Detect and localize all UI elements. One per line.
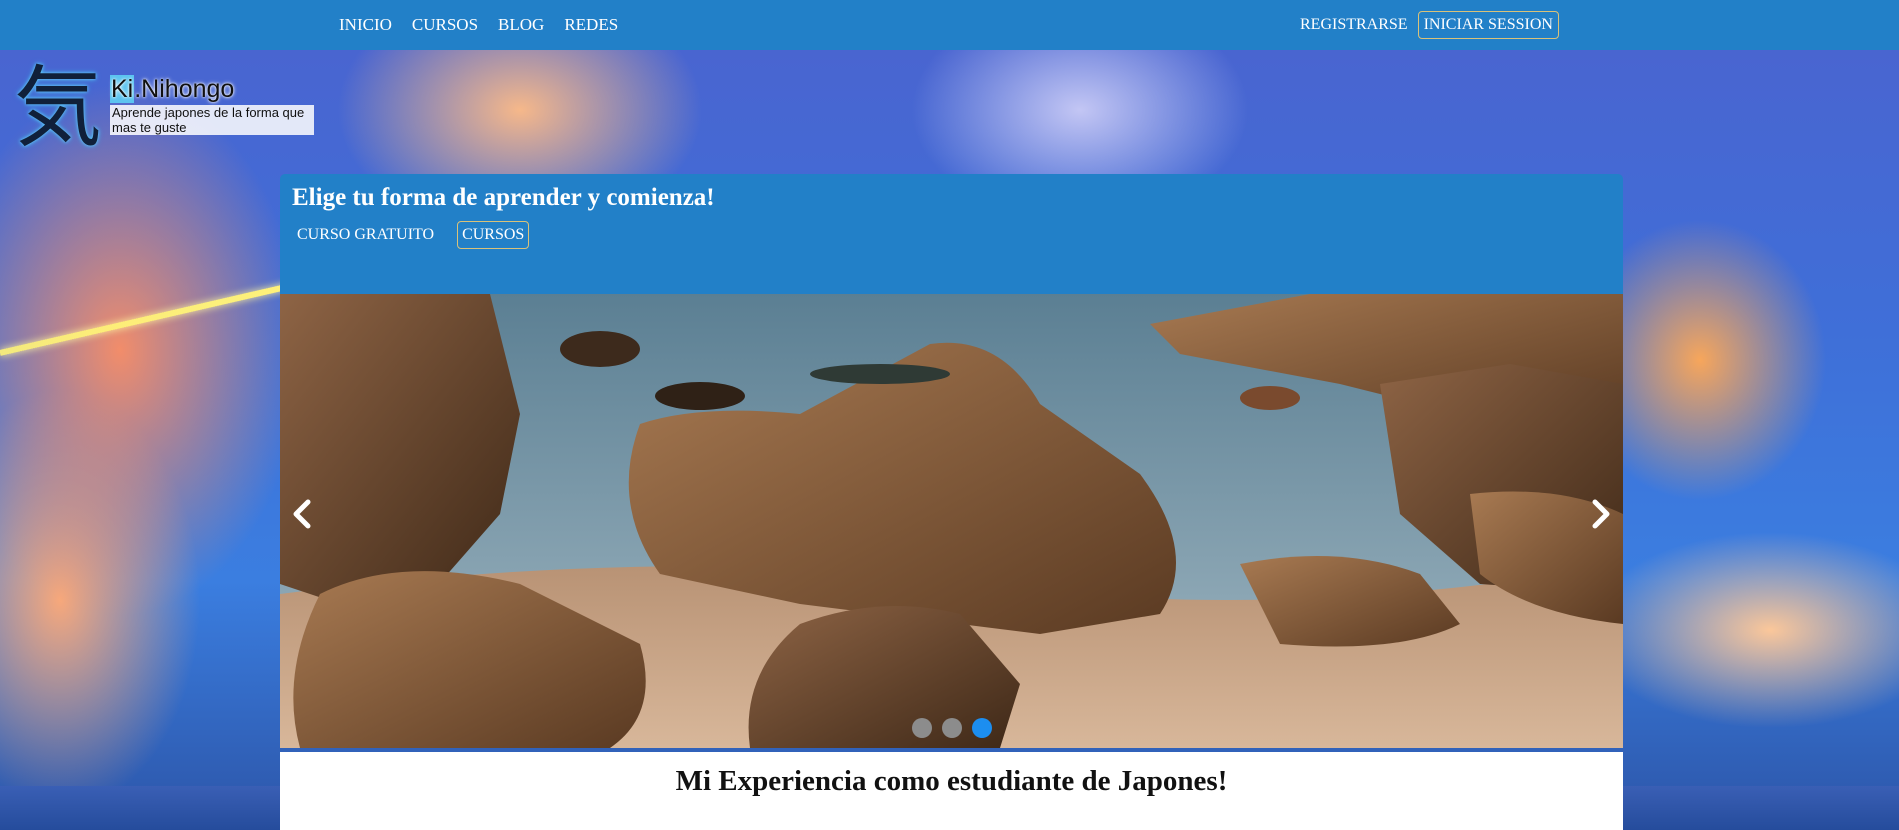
sky-light-streak xyxy=(0,282,293,356)
panel-title: Elige tu forma de aprender y comienza! xyxy=(292,184,715,211)
logo-kanji: 気 xyxy=(14,56,103,159)
panel-header: Elige tu forma de aprender y comienza! C… xyxy=(280,174,1623,294)
panel-tabs: CURSO GRATUITO CURSOS xyxy=(292,221,530,249)
logo-ki: Ki xyxy=(110,75,135,103)
courses-panel: Elige tu forma de aprender y comienza! C… xyxy=(280,174,1623,830)
logo-brand-name: Ki.Nihongo xyxy=(110,75,235,103)
nav-link-inicio[interactable]: INICIO xyxy=(339,15,392,35)
carousel-indicator-2[interactable] xyxy=(941,718,962,738)
auth-links: REGISTRARSE INICIAR SESSION xyxy=(1300,11,1559,39)
logo-name-rest: .Nihongo xyxy=(134,75,235,103)
image-carousel[interactable] xyxy=(280,294,1623,748)
tab-cursos[interactable]: CURSOS xyxy=(457,221,530,249)
nav-link-cursos[interactable]: CURSOS xyxy=(412,15,478,35)
nav-link-redes[interactable]: REDES xyxy=(564,15,618,35)
carousel-next-icon[interactable] xyxy=(1579,494,1619,534)
login-button[interactable]: INICIAR SESSION xyxy=(1417,11,1559,39)
register-link[interactable]: REGISTRARSE xyxy=(1300,15,1408,35)
section-heading: Mi Experiencia como estudiante de Japone… xyxy=(675,765,1228,797)
carousel-prev-icon[interactable] xyxy=(284,494,324,534)
carousel-indicator-3[interactable] xyxy=(971,718,992,738)
logo-tagline: Aprende japones de la forma que mas te g… xyxy=(110,105,314,135)
nav-link-blog[interactable]: BLOG xyxy=(498,15,544,35)
carousel-slide-image xyxy=(280,294,1623,748)
panel-content: Mi Experiencia como estudiante de Japone… xyxy=(280,752,1623,830)
tab-curso-gratuito[interactable]: CURSO GRATUITO xyxy=(292,221,439,249)
top-navbar: INICIO CURSOS BLOG REDES REGISTRARSE INI… xyxy=(0,0,1899,50)
carousel-indicators xyxy=(280,718,1623,738)
carousel-indicator-1[interactable] xyxy=(911,718,932,738)
site-logo[interactable]: 気 Ki.Nihongo Aprende japones de la forma… xyxy=(14,56,314,160)
main-nav-links: INICIO CURSOS BLOG REDES xyxy=(339,15,618,35)
